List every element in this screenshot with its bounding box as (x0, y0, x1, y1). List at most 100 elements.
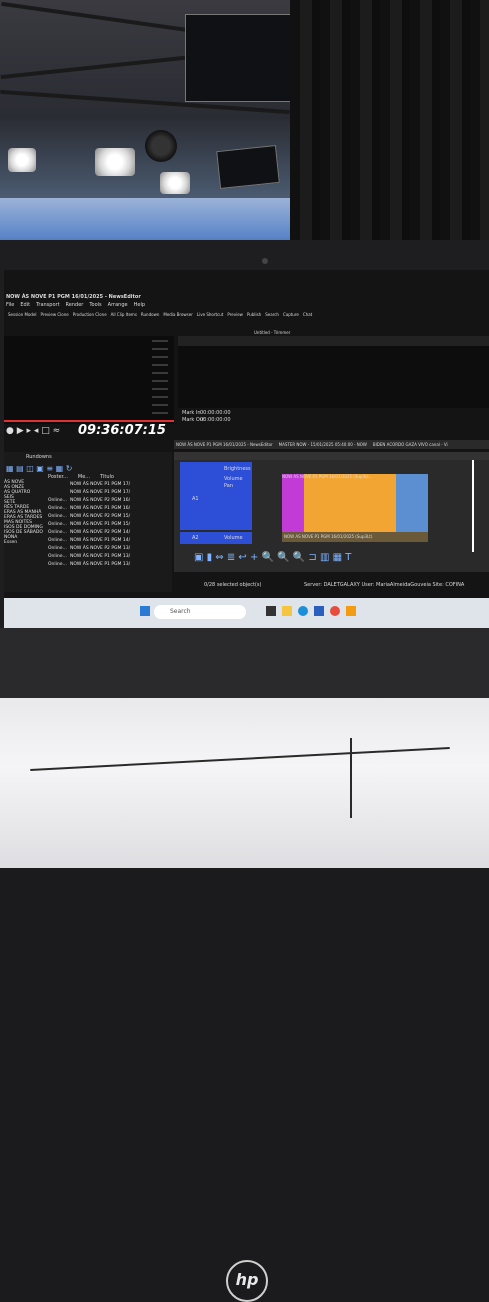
menu-help[interactable]: Help (134, 302, 145, 308)
toolbar-rundown[interactable]: Rundown (141, 312, 159, 326)
track-label-volume: Volume (224, 476, 243, 482)
track-label-a2: A2 (192, 535, 199, 541)
track-label-brightness: Brightness (224, 466, 251, 472)
toolbar-preview[interactable]: Preview (227, 312, 243, 326)
chrome-icon[interactable] (330, 606, 340, 616)
toolbar-preview-clone[interactable]: Preview Clone (41, 312, 69, 326)
studio-light (95, 148, 135, 176)
table-row[interactable]: Online... NOW ÀS NOVE P1 PGM 15/ (48, 522, 172, 530)
bin-toolbar-icons[interactable]: ▦ ▤ ◫ ▣ ≡ ▦ ↻ (6, 464, 72, 473)
tab-master-now[interactable]: MASTER NOW - 15/01/2025 05:40:00 - NOW (279, 440, 367, 449)
app-icon[interactable] (314, 606, 324, 616)
trimmer-ruler[interactable] (178, 336, 489, 346)
taskbar-apps (266, 606, 356, 616)
webcam (262, 258, 268, 264)
menu-edit[interactable]: Edit (20, 302, 30, 308)
studio-background (0, 0, 489, 262)
studio-monitor (216, 144, 280, 190)
selection-status: 0/28 selected object(s) (204, 582, 262, 588)
source-viewer (4, 336, 174, 424)
table-row[interactable]: Online... NOW ÀS NOVE P1 PGM 16/ (48, 506, 172, 514)
table-row[interactable]: Online... NOW ÀS NOVE P1 PGM 13/ (48, 554, 172, 562)
timeline-panel: Brightness Volume Pan A1 A2 Volume NOW A… (174, 452, 489, 572)
menu-arrange[interactable]: Arrange (108, 302, 128, 308)
table-row[interactable]: Online... NOW ÀS NOVE P2 PGM 16/ (48, 498, 172, 506)
cable (350, 738, 352, 818)
monitor-screen: NOW ÀS NOVE P1 PGM 16/01/2025 - NewsEdit… (4, 270, 489, 628)
hp-logo: hp (226, 1260, 268, 1302)
toolbar: Session Model Preview Clone Production C… (8, 312, 448, 326)
editor-tabs: NOW ÀS NOVE P1 PGM 16/01/2025 - NewsEdit… (174, 440, 489, 449)
taskbar-search[interactable]: Search (154, 605, 246, 619)
menu-transport[interactable]: Transport (36, 302, 59, 308)
timeline-clip[interactable] (282, 474, 304, 532)
track-label-pan: Pan (224, 483, 234, 489)
timeline-clip[interactable] (396, 474, 428, 532)
bin-table: NOW ÀS NOVE P1 PGM 17/ NOW ÀS NOVE P1 PG… (48, 482, 172, 570)
column-media[interactable]: Me... (78, 474, 90, 480)
tab-now-as-nove[interactable]: NOW ÀS NOVE P1 PGM 16/01/2025 - NewsEdit… (176, 440, 273, 449)
timeline-clip[interactable] (304, 474, 396, 532)
table-row[interactable]: Online... NOW ÀS NOVE P1 PGM 14/ (48, 538, 172, 546)
table-row[interactable]: NOW ÀS NOVE P1 PGM 17/ (48, 482, 172, 490)
studio-light (145, 130, 177, 162)
mark-out-value[interactable]: 00:00:00:00 (200, 417, 231, 423)
viewer-progress[interactable] (4, 420, 174, 422)
studio-monitor (185, 14, 297, 102)
file-explorer-icon[interactable] (282, 606, 292, 616)
monitor-chin: hp (0, 628, 489, 1302)
table-row[interactable]: NOW ÀS NOVE P1 PGM 17/ (48, 490, 172, 498)
playhead[interactable] (472, 460, 474, 552)
server-info: Server: DALETGALAXY User: MariaAlmeidaGo… (304, 582, 465, 588)
mark-in-label: Mark In (182, 410, 201, 416)
menu-render[interactable]: Render (66, 302, 84, 308)
timeline-toolbar[interactable]: ▣ ▮ ⇔ ≣ ↩ + 🔍 🔍 🔍 ⊐ ▥ ▦ T (194, 552, 351, 563)
studio-light (160, 172, 190, 194)
toolbar-chat[interactable]: Chat (303, 312, 312, 326)
studio-light (8, 148, 36, 172)
windows-taskbar: Search (4, 598, 489, 628)
toolbar-all-clip-items[interactable]: All Clip Items (111, 312, 137, 326)
timeline-ruler[interactable] (174, 452, 489, 460)
column-titulo[interactable]: Titulo (100, 474, 114, 480)
bin-title: Rundowns (26, 454, 52, 460)
column-poster[interactable]: Poster... (48, 474, 68, 480)
list-item[interactable]: Essen (4, 540, 44, 545)
transport-controls[interactable]: ● ▶ ▸ ◂ □ ≈ (6, 426, 60, 436)
mark-in-value[interactable]: 00:00:00:00 (200, 410, 231, 416)
toolbar-publish[interactable]: Publish (247, 312, 261, 326)
bin-folder-list: ÀS NOVE AS ONZE AS QUATRO SEIS SETE RÊS … (4, 480, 44, 545)
trimmer-title: Untitled - Trimmer (254, 330, 291, 335)
track-header-a1[interactable] (180, 462, 252, 530)
track-label-a1: A1 (192, 496, 199, 502)
toolbar-capture[interactable]: Capture (283, 312, 299, 326)
app-icon[interactable] (346, 606, 356, 616)
toolbar-media-browser[interactable]: Media Browser (163, 312, 193, 326)
menu-bar: File Edit Transport Render Tools Arrange… (6, 302, 145, 308)
bin-column-headers: Poster... Me... Titulo (48, 474, 114, 480)
toolbar-session-model[interactable]: Session Model (8, 312, 37, 326)
viewer-timecode: 09:36:07:15 (78, 423, 166, 438)
tab-biden[interactable]: BIDEN ACORDO GAZA VIVO canal - Vi (373, 440, 448, 449)
desk-surface (0, 698, 489, 868)
rundown-bin: Rundowns ▦ ▤ ◫ ▣ ≡ ▦ ↻ ÀS NOVE AS ONZE A… (4, 452, 172, 592)
table-row[interactable]: Online... NOW ÀS NOVE P2 PGM 14/ (48, 530, 172, 538)
menu-tools[interactable]: Tools (89, 302, 101, 308)
window-title: NOW ÀS NOVE P1 PGM 16/01/2025 - NewsEdit… (6, 294, 141, 300)
clip-label: NOW AS NOVE P1 PGM 16/01/2025 (Sup3Lt... (282, 474, 373, 479)
task-view-icon[interactable] (266, 606, 276, 616)
toolbar-search[interactable]: Search (265, 312, 279, 326)
edge-icon[interactable] (298, 606, 308, 616)
menu-file[interactable]: File (6, 302, 14, 308)
table-row[interactable]: Online... NOW ÀS NOVE P1 PGM 13/ (48, 562, 172, 570)
toolbar-production-clone[interactable]: Production Clone (73, 312, 107, 326)
track-label-volume-a2: Volume (224, 535, 243, 541)
trimmer-viewer (178, 346, 489, 408)
clip-label-a2: NOW AS NOVE P1 PGM 16/01/2025 (Sup3Lt) (284, 534, 373, 539)
table-row[interactable]: Online... NOW ÀS NOVE P2 PGM 15/ (48, 514, 172, 522)
toolbar-live-shortcut[interactable]: Live Shortcut (197, 312, 223, 326)
black-curtain (290, 0, 489, 262)
cable (30, 747, 450, 771)
table-row[interactable]: Online... NOW ÀS NOVE P2 PGM 13/ (48, 546, 172, 554)
start-icon[interactable] (140, 606, 150, 616)
